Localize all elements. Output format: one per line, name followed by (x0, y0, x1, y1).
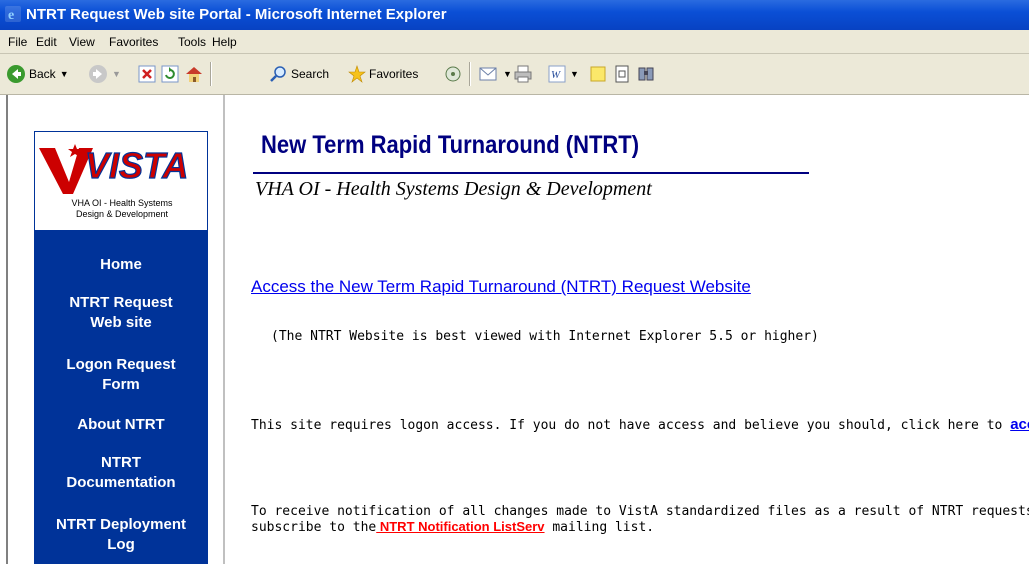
page-icon (615, 65, 629, 83)
sidebar: VISTA VHA OI - Health Systems Design & D… (34, 131, 208, 564)
toolbar-separator (210, 62, 212, 86)
notification-line2-end: mailing list. (544, 520, 655, 535)
logon-notice: This site requires logon access. If you … (251, 416, 1029, 433)
access-request-link[interactable]: acce (1010, 416, 1029, 433)
vista-logo-text: VISTA (85, 145, 188, 186)
nav-label-line2: Web site (90, 314, 152, 331)
forward-dropdown-icon[interactable]: ▼ (112, 69, 121, 79)
title-underline (253, 172, 809, 174)
nav-label-line2: Documentation (66, 474, 176, 491)
discuss-button[interactable] (589, 64, 607, 84)
toolbar-separator (469, 62, 471, 86)
back-dropdown-icon[interactable]: ▼ (60, 69, 69, 79)
left-frame: VISTA VHA OI - Health Systems Design & D… (0, 95, 225, 564)
nav-ntrt-deployment-log[interactable]: NTRT Deployment Log (34, 515, 208, 555)
menu-file[interactable]: File (8, 35, 27, 49)
menu-edit[interactable]: Edit (36, 35, 57, 49)
main-frame: New Term Rapid Turnaround (NTRT) VHA OI … (225, 95, 1029, 564)
access-ntrt-website-link[interactable]: Access the New Term Rapid Turnaround (NT… (251, 277, 751, 297)
search-button[interactable]: Search (270, 64, 329, 84)
svg-text:e: e (8, 8, 14, 22)
nav-label-line1: NTRT (101, 454, 141, 471)
print-icon (514, 65, 532, 83)
internet-explorer-icon: e (5, 6, 21, 22)
vista-logo-graphic: VISTA (39, 144, 189, 194)
home-button[interactable] (184, 64, 204, 84)
edit-word-button[interactable]: W ▼ (548, 64, 579, 84)
media-icon (445, 66, 461, 82)
ntrt-listserv-link[interactable]: NTRT Notification ListServ (376, 519, 545, 534)
mail-button[interactable]: ▼ (479, 64, 512, 84)
window-title: NTRT Request Web site Portal - Microsoft… (26, 6, 447, 23)
forward-button[interactable]: ▼ (88, 64, 121, 84)
favorites-label: Favorites (369, 67, 419, 81)
notification-paragraph: To receive notification of all changes m… (251, 504, 1029, 535)
nav-ntrt-documentation[interactable]: NTRT Documentation (34, 453, 208, 493)
standard-toolbar: Back ▼ ▼ Search Favorites ▼ W ▼ (0, 54, 1029, 95)
favorites-star-icon (348, 65, 366, 83)
stop-icon (138, 65, 156, 83)
mail-icon (479, 67, 497, 81)
favorites-button[interactable]: Favorites (348, 64, 418, 84)
edit-dropdown-icon[interactable]: ▼ (570, 69, 579, 79)
menu-bar: File Edit View Favorites Tools Help (0, 30, 1029, 54)
frame-border (6, 95, 8, 564)
logo-caption-line2: Design & Development (75, 209, 169, 219)
svg-text:W: W (551, 69, 561, 81)
stop-button[interactable] (138, 64, 156, 84)
word-icon: W (548, 65, 566, 83)
logo-caption-line1: VHA OI - Health Systems (71, 198, 173, 208)
nav-label-line2: Form (102, 376, 140, 393)
notification-line1: To receive notification of all changes m… (251, 504, 1029, 519)
nav-label-line1: NTRT Request (69, 294, 173, 311)
page-viewport: VISTA VHA OI - Health Systems Design & D… (0, 95, 1029, 564)
research-icon (638, 67, 654, 81)
menu-help[interactable]: Help (212, 35, 237, 49)
back-label: Back (29, 67, 56, 81)
refresh-button[interactable] (161, 64, 179, 84)
search-icon (270, 66, 286, 82)
refresh-icon (161, 65, 179, 83)
forward-arrow-icon (89, 65, 107, 83)
nav-label-line1: Logon Request (66, 356, 176, 373)
vista-logo: VISTA VHA OI - Health Systems Design & D… (34, 131, 208, 231)
back-button[interactable]: Back ▼ (6, 64, 69, 84)
nav-label-line1: NTRT Deployment (55, 516, 186, 533)
notification-line2: subscribe to the NTRT Notification ListS… (251, 519, 1029, 535)
nav-home-label: Home (100, 256, 142, 273)
note-icon (590, 66, 606, 82)
mail-dropdown-icon[interactable]: ▼ (503, 69, 512, 79)
page-title: New Term Rapid Turnaround (NTRT) (261, 131, 640, 159)
search-label: Search (291, 67, 330, 81)
nav-home[interactable]: Home (34, 255, 208, 275)
research-button[interactable] (637, 64, 655, 84)
menu-view[interactable]: View (69, 35, 95, 49)
notification-line2-start: subscribe to the (251, 520, 377, 535)
menu-tools[interactable]: Tools (178, 35, 206, 49)
print-button[interactable] (514, 64, 532, 84)
media-button[interactable] (444, 64, 462, 84)
browser-requirement-note: (The NTRT Website is best viewed with In… (271, 329, 819, 344)
nav-label-line1: About NTRT (77, 416, 165, 433)
nav-ntrt-request-website[interactable]: NTRT Request Web site (34, 293, 208, 333)
nav-label-line2: Log (107, 536, 135, 553)
nav-about-ntrt[interactable]: About NTRT (34, 415, 208, 435)
back-arrow-icon (7, 65, 25, 83)
home-icon (186, 67, 202, 82)
menu-favorites[interactable]: Favorites (109, 35, 158, 49)
messenger-button[interactable] (613, 64, 631, 84)
nav-logon-request-form[interactable]: Logon Request Form (34, 355, 208, 395)
page-subtitle: VHA OI - Health Systems Design & Develop… (255, 178, 652, 200)
logon-notice-text: This site requires logon access. If you … (251, 418, 1011, 433)
window-title-bar[interactable]: e NTRT Request Web site Portal - Microso… (0, 0, 1029, 30)
